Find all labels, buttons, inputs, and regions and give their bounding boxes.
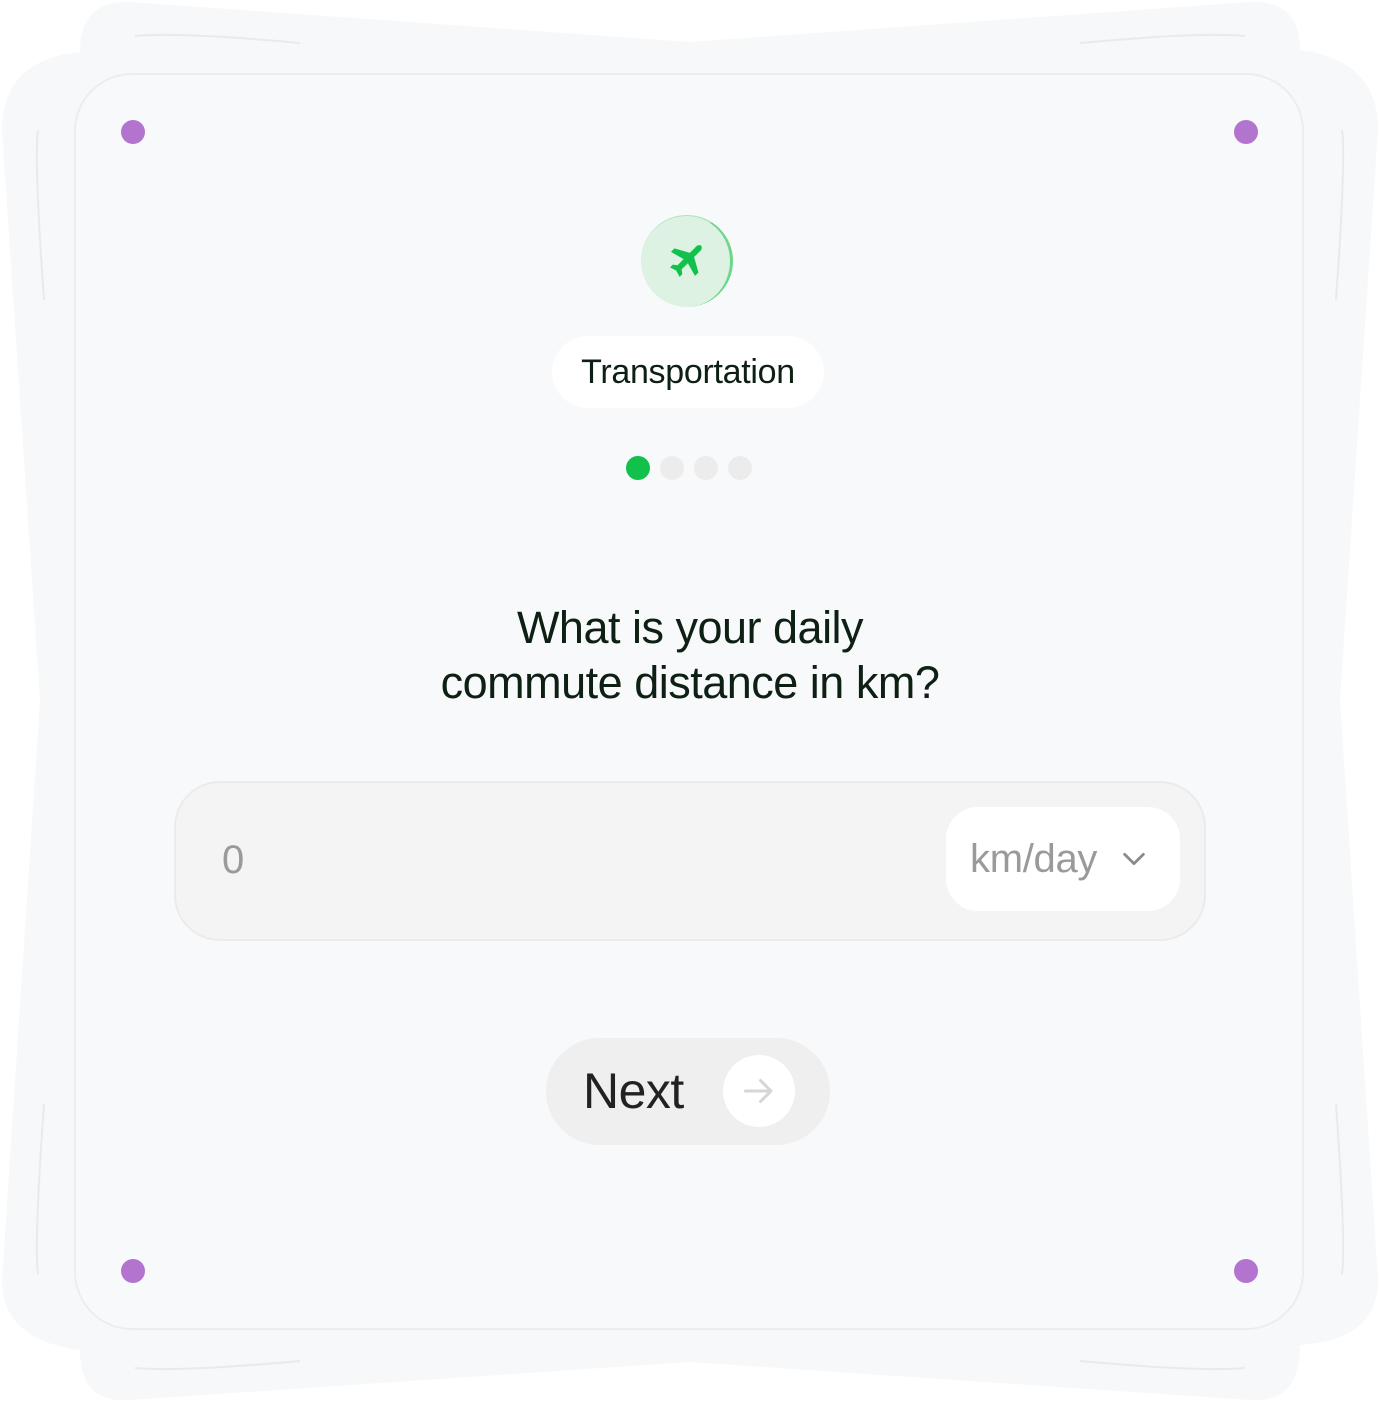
chevron-down-icon <box>1123 852 1145 866</box>
category-label-pill: Transportation <box>552 336 824 408</box>
corner-dot-bottom-left <box>121 1259 145 1283</box>
category-label: Transportation <box>581 352 795 391</box>
distance-input[interactable] <box>222 832 822 888</box>
corner-dot-top-left <box>121 120 145 144</box>
question-line-1: What is your daily <box>516 602 864 653</box>
next-button-label: Next <box>583 1063 684 1119</box>
next-arrow-badge <box>723 1055 795 1127</box>
progress-indicator <box>626 456 752 480</box>
progress-step-2 <box>660 456 684 480</box>
unit-select[interactable]: km/day <box>946 807 1180 911</box>
corner-dot-bottom-right <box>1234 1259 1258 1283</box>
question-line-2: commute distance in km? <box>440 657 940 708</box>
progress-step-1 <box>626 456 650 480</box>
next-button[interactable]: Next <box>546 1038 830 1145</box>
airplane-icon <box>669 244 702 277</box>
progress-step-3 <box>694 456 718 480</box>
unit-select-value: km/day <box>970 836 1098 881</box>
category-icon-badge <box>641 215 733 307</box>
question-text: What is your daily commute distance in k… <box>340 600 1040 710</box>
arrow-right-icon <box>744 1079 773 1103</box>
progress-step-4 <box>728 456 752 480</box>
corner-dot-top-right <box>1234 120 1258 144</box>
